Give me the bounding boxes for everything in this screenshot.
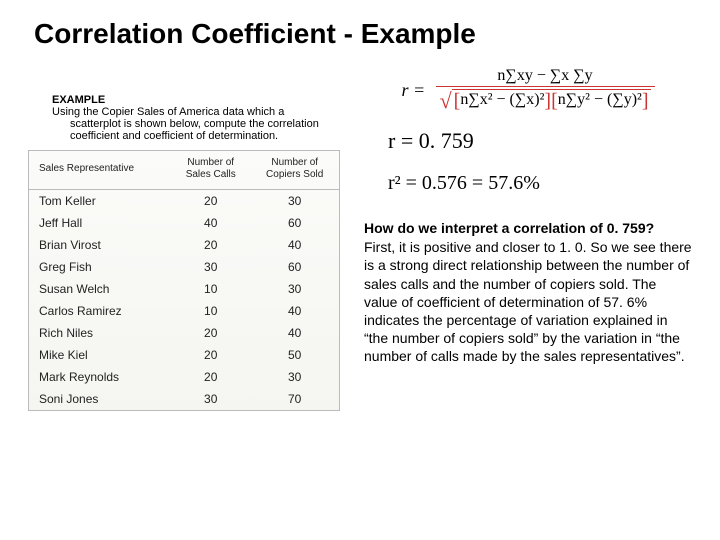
table-row: Jeff Hall4060: [29, 212, 339, 234]
table-row: Soni Jones3070: [29, 388, 339, 410]
table-row: Tom Keller2030: [29, 190, 339, 213]
col-header-sold: Number of Copiers Sold: [250, 151, 339, 190]
table-row: Carlos Ramirez1040: [29, 300, 339, 322]
page-title: Correlation Coefficient - Example: [28, 18, 692, 50]
interpretation-body: First, it is positive and closer to 1. 0…: [364, 238, 692, 365]
correlation-formula: r = n∑xy − ∑x ∑y √[n∑x² − (∑x)²][n∑y² − …: [364, 68, 692, 112]
col-header-calls: Number of Sales Calls: [171, 151, 250, 190]
col-header-rep: Sales Representative: [29, 151, 171, 190]
table-row: Mark Reynolds2030: [29, 366, 339, 388]
r-value: r = 0. 759: [388, 128, 692, 154]
table-row: Greg Fish3060: [29, 256, 339, 278]
interpretation-heading: How do we interpret a correlation of 0. …: [364, 219, 692, 237]
example-heading: EXAMPLE: [52, 94, 340, 106]
table-row: Susan Welch1030: [29, 278, 339, 300]
table-row: Mike Kiel2050: [29, 344, 339, 366]
example-description: Using the Copier Sales of America data w…: [52, 106, 334, 142]
data-table: Sales Representative Number of Sales Cal…: [28, 150, 340, 411]
r-squared-value: r² = 0.576 = 57.6%: [388, 172, 692, 195]
table-row: Rich Niles2040: [29, 322, 339, 344]
table-row: Brian Virost2040: [29, 234, 339, 256]
